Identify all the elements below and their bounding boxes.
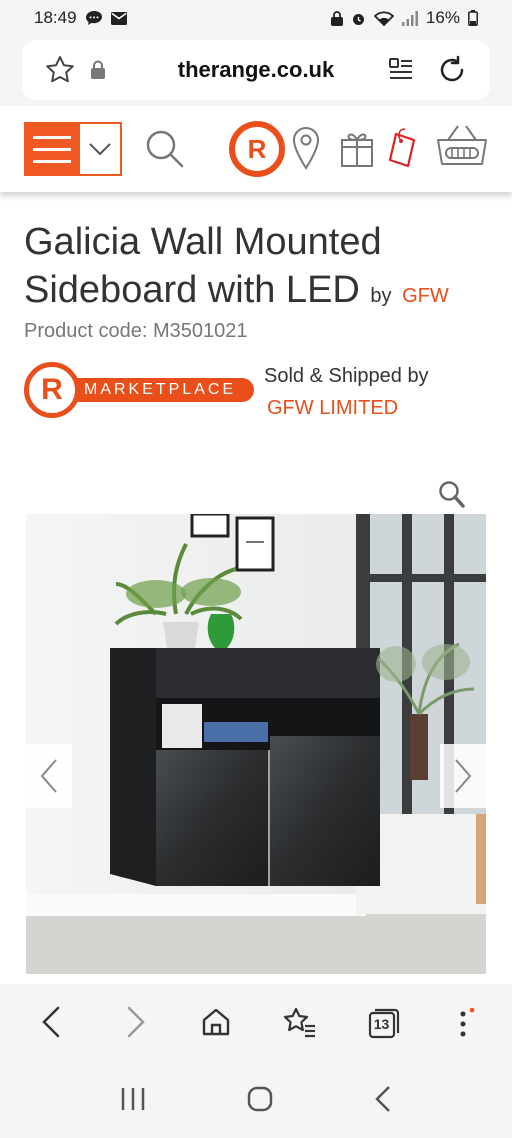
tab-count: 13 <box>373 1016 390 1032</box>
url-text[interactable]: therange.co.uk <box>22 57 490 83</box>
browser-bottom-bar: 13 <box>0 984 512 1064</box>
menu-icon[interactable] <box>24 122 80 176</box>
lock-status-icon <box>330 10 343 26</box>
home-circle-icon[interactable] <box>246 1085 274 1118</box>
sold-by: Sold & Shipped by GFW LIMITED <box>264 360 429 424</box>
range-logo-icon[interactable]: R <box>228 120 286 178</box>
browser-toolbar: therange.co.uk <box>0 36 512 106</box>
reader-icon[interactable] <box>388 57 414 83</box>
mail-icon <box>110 11 127 25</box>
marketplace-label: MARKETPLACE <box>64 378 254 402</box>
product-image[interactable] <box>26 514 486 974</box>
bookmarks-icon[interactable] <box>283 1006 317 1043</box>
alarm-icon <box>351 11 366 26</box>
sold-by-label: Sold & Shipped by <box>264 365 429 387</box>
gift-icon[interactable] <box>340 128 374 168</box>
reload-icon[interactable] <box>436 54 468 86</box>
signal-icon <box>401 10 418 26</box>
chevron-left-icon[interactable] <box>26 744 72 808</box>
marketplace-logo: R MARKETPLACE <box>24 362 254 418</box>
seller-link[interactable]: GFW LIMITED <box>264 392 429 424</box>
android-nav-bar <box>0 1064 512 1138</box>
chat-icon <box>85 10 103 26</box>
chevron-right-icon[interactable] <box>440 744 486 808</box>
recents-icon[interactable] <box>119 1086 147 1117</box>
more-icon[interactable] <box>451 1007 475 1040</box>
chevron-down-icon[interactable] <box>80 122 122 176</box>
tag-icon[interactable] <box>386 126 420 170</box>
battery-level: 16% <box>425 8 460 27</box>
search-icon[interactable] <box>144 128 186 170</box>
product-code: Product code: M3501021 <box>24 320 248 342</box>
forward-icon[interactable] <box>119 1005 149 1044</box>
battery-icon <box>468 10 478 26</box>
back-icon[interactable] <box>38 1005 68 1044</box>
zoom-icon[interactable] <box>438 480 466 510</box>
url-bar[interactable]: therange.co.uk <box>22 40 490 100</box>
product-title-text: Galicia Wall Mounted Sideboard with LED <box>24 221 382 311</box>
status-time: 18:49 <box>34 8 77 27</box>
tabs-icon[interactable]: 13 <box>368 1008 400 1040</box>
basket-icon[interactable] <box>436 124 488 168</box>
by-label: by <box>370 285 392 307</box>
location-pin-icon[interactable] <box>292 126 320 170</box>
product-title: Galicia Wall Mounted Sideboard with LED … <box>24 218 494 320</box>
back-nav-icon[interactable] <box>373 1085 393 1118</box>
home-icon[interactable] <box>200 1006 232 1043</box>
brand-link[interactable]: GFW <box>402 285 449 307</box>
status-bar: 18:49 16% <box>0 0 512 36</box>
site-header: R <box>0 106 512 192</box>
wifi-icon <box>373 11 394 26</box>
svg-text:R: R <box>248 134 267 164</box>
marketplace-r-icon: R <box>24 362 80 418</box>
